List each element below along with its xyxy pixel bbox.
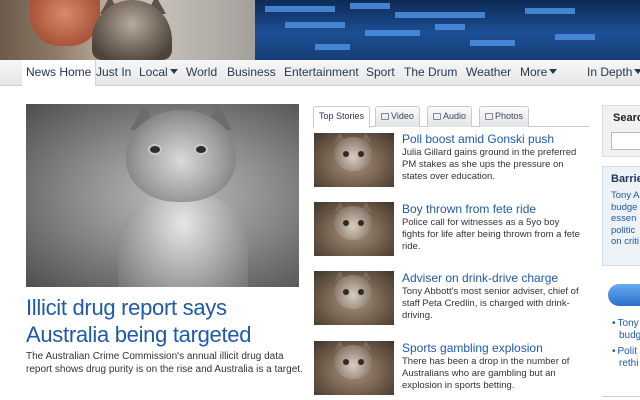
search-panel: Searc (602, 105, 640, 157)
story-summary: There has been a drop in the number of A… (402, 356, 570, 391)
right-link-line: budg (619, 330, 640, 341)
tab-top-stories[interactable]: Top Stories (313, 106, 371, 128)
thumb-cat-head (334, 275, 372, 309)
barrier-line: essen (611, 213, 637, 224)
barrier-panel: Barrie Tony A budge essen politic on cri… (602, 166, 640, 266)
right-link[interactable]: • Polit rethi (612, 346, 640, 370)
thumb-cat-eye (343, 151, 349, 157)
nav-in-depth[interactable]: In Depth (587, 65, 640, 79)
bullet-icon: • (612, 346, 616, 357)
search-label: Searc (613, 112, 640, 124)
hero-cat-eye (194, 144, 208, 155)
thumb-cat-eye (358, 289, 364, 295)
nav-more[interactable]: More (520, 65, 558, 79)
thumb-cat-eye (343, 289, 349, 295)
banner-bar (525, 8, 575, 14)
hero-cat-body (118, 190, 248, 287)
thumb-cat-head (334, 345, 372, 379)
hero-headline[interactable]: Illicit drug report says Australia being… (26, 294, 306, 348)
barrier-line: politic (611, 224, 636, 236)
chevron-down-icon (634, 69, 640, 74)
nav-the-drum[interactable]: The Drum (404, 65, 457, 79)
story-headline[interactable]: Adviser on drink-drive charge (402, 271, 592, 285)
banner-bar (350, 3, 390, 9)
promo-badge[interactable] (608, 284, 640, 306)
nav-more-label: More (520, 65, 548, 79)
story-headline[interactable]: Sports gambling explosion (402, 341, 592, 355)
banner-bar (395, 12, 485, 18)
tab-audio-label: Audio (443, 111, 467, 121)
chevron-down-icon (169, 69, 178, 74)
hero-image[interactable] (26, 104, 299, 287)
nav-in-depth-label: In Depth (587, 65, 633, 79)
hero-cat-head (126, 110, 236, 202)
barrier-line: budge (611, 201, 638, 213)
banner-bar (470, 40, 515, 46)
barrier-title[interactable]: Barrie (611, 173, 640, 185)
nav-news-home[interactable]: News Home (22, 60, 97, 86)
story-tabs: Top Stories Video Audio Photos (313, 105, 589, 128)
thumb-cat-eye (343, 220, 349, 226)
thumb-cat-head (334, 137, 372, 171)
thumb-cat-eye (358, 151, 364, 157)
banner-graphic (255, 0, 640, 60)
barrier-line: Tony A (611, 190, 640, 201)
nav-entertainment[interactable]: Entertainment (284, 65, 359, 79)
main-nav: News Home Just In Local World Business E… (0, 60, 640, 86)
photos-icon (485, 113, 493, 120)
divider (602, 396, 640, 397)
banner-bar (555, 34, 595, 40)
video-icon (381, 113, 389, 120)
banner-bar (315, 44, 350, 50)
banner-bar (285, 22, 345, 28)
story-thumbnail[interactable] (314, 133, 394, 187)
banner-bar (265, 6, 335, 12)
barrier-line: on criti (611, 236, 639, 247)
tab-audio[interactable]: Audio (427, 106, 473, 127)
story-summary: Tony Abbott's most senior adviser, chief… (402, 286, 579, 321)
story-headline[interactable]: Poll boost amid Gonski push (402, 132, 592, 146)
tab-video[interactable]: Video (375, 106, 420, 127)
nav-sport[interactable]: Sport (366, 65, 395, 79)
banner-bar (365, 30, 420, 36)
story-thumbnail[interactable] (314, 271, 394, 325)
tab-photos-label: Photos (495, 111, 524, 121)
nav-just-in[interactable]: Just In (96, 65, 131, 79)
story-summary: Police call for witnesses as a 5yo boy f… (402, 217, 580, 252)
story-thumbnail[interactable] (314, 202, 394, 256)
tab-photos[interactable]: Photos (479, 106, 530, 127)
right-link[interactable]: • Tony budg (612, 318, 640, 342)
right-link-line: Polit (617, 346, 637, 357)
nav-weather[interactable]: Weather (466, 65, 511, 79)
right-link-line: Tony (617, 318, 639, 329)
story-headline[interactable]: Boy thrown from fete ride (402, 202, 592, 216)
right-link-line: rethi (619, 358, 639, 369)
search-input[interactable] (611, 132, 640, 150)
thumb-cat-eye (358, 359, 364, 365)
hero-summary: The Australian Crime Commission's annual… (26, 351, 303, 375)
banner-bar (435, 24, 465, 30)
hero-cat-eye (148, 144, 162, 155)
nav-world[interactable]: World (186, 65, 217, 79)
audio-icon (433, 113, 441, 120)
nav-business[interactable]: Business (227, 65, 276, 79)
tab-video-label: Video (391, 111, 414, 121)
thumb-cat-head (334, 206, 372, 240)
story-summary: Julia Gillard gains ground in the prefer… (402, 147, 577, 182)
thumb-cat-eye (343, 359, 349, 365)
bullet-icon: • (612, 318, 616, 329)
nav-local[interactable]: Local (139, 65, 178, 79)
thumb-cat-eye (358, 220, 364, 226)
story-thumbnail[interactable] (314, 341, 394, 395)
nav-local-label: Local (139, 65, 168, 79)
header-banner (0, 0, 640, 60)
chevron-down-icon (549, 69, 558, 74)
barrier-text[interactable]: Tony A budge essen politic on criti (611, 190, 640, 248)
